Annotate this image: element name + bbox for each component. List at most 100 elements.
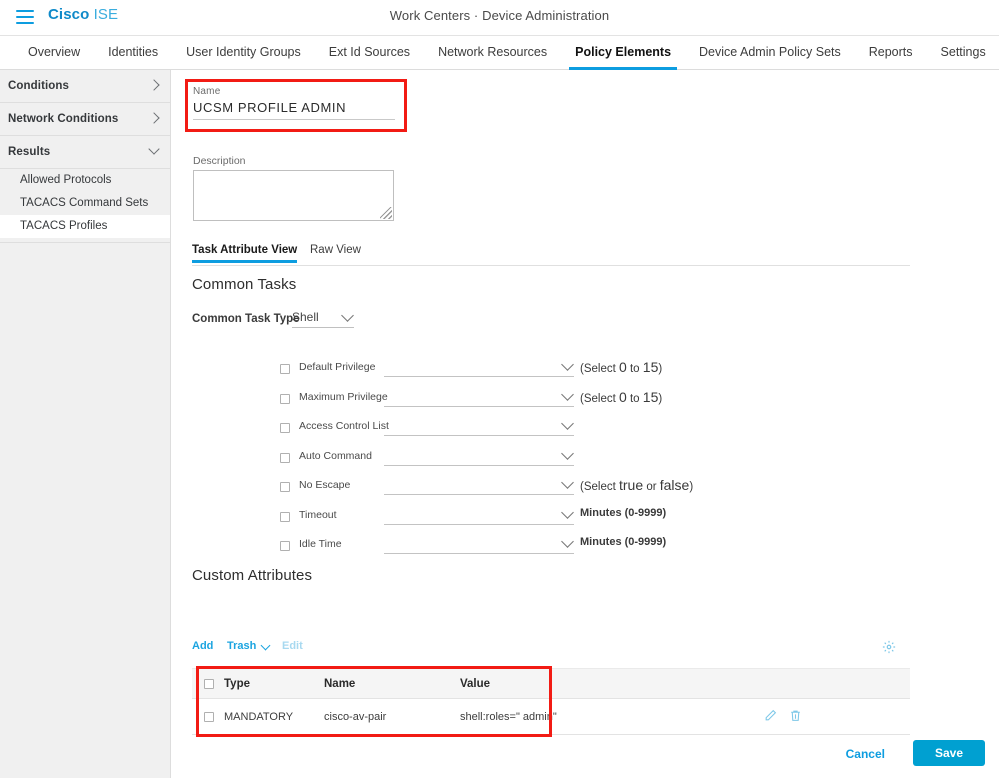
column-header-name: Name	[324, 678, 356, 690]
nav-tab-device-admin-policy-sets[interactable]: Device Admin Policy Sets	[685, 36, 855, 70]
select-maximum-privilege[interactable]	[384, 385, 574, 407]
table-header-row: Type Name Value	[192, 669, 910, 699]
task-row-default-privilege: Default Privilege (Select 0 to 15)	[280, 355, 910, 385]
task-label: Timeout	[299, 508, 337, 521]
checkbox-maximum-privilege[interactable]	[280, 393, 290, 404]
sidebar-group-network-conditions[interactable]: Network Conditions	[0, 103, 170, 136]
tab-task-attribute-view[interactable]: Task Attribute View	[192, 244, 298, 263]
common-task-type-select[interactable]: Shell	[292, 309, 354, 328]
description-label: Description	[193, 155, 246, 167]
chevron-down-icon	[561, 417, 574, 430]
sidebar-group-results[interactable]: Results	[0, 136, 170, 169]
chevron-down-icon	[260, 640, 271, 651]
checkbox-access-control-list[interactable]	[280, 423, 290, 433]
checkbox-auto-command[interactable]	[280, 452, 290, 463]
nav-tab-policy-elements[interactable]: Policy Elements	[561, 36, 685, 70]
name-field-label: Name	[193, 86, 221, 97]
task-label: Idle Time	[299, 538, 342, 550]
task-hint: (Select true or false)	[580, 477, 694, 493]
sidebar-group-conditions[interactable]: Conditions	[0, 70, 170, 103]
trash-button[interactable]: Trash	[227, 640, 271, 652]
cell-value: shell:roles=" admin"	[460, 711, 557, 723]
sidebar-item-tacacs-profiles[interactable]: TACACS Profiles	[0, 215, 170, 238]
edit-button[interactable]: Edit	[282, 640, 303, 652]
nav-tab-overview[interactable]: Overview	[14, 36, 94, 70]
select-timeout[interactable]	[384, 503, 574, 525]
gear-icon[interactable]	[882, 640, 896, 659]
top-bar: Cisco ISE Work Centers · Device Administ…	[0, 0, 999, 36]
nav-tab-user-identity-groups[interactable]: User Identity Groups	[172, 36, 315, 70]
select-default-privilege[interactable]	[384, 355, 574, 377]
chevron-down-icon	[561, 358, 574, 371]
description-field: Description	[193, 155, 394, 221]
common-task-type-label: Common Task Type	[192, 313, 300, 325]
sidebar-item-allowed-protocols[interactable]: Allowed Protocols	[0, 169, 170, 192]
chevron-down-icon	[341, 309, 354, 322]
chevron-down-icon	[561, 387, 574, 401]
custom-attributes-heading: Custom Attributes	[192, 567, 313, 584]
add-button[interactable]: Add	[192, 640, 213, 652]
chevron-right-icon	[148, 112, 160, 124]
sidebar-group-label: Network Conditions	[8, 113, 119, 125]
nav-tab-network-resources[interactable]: Network Resources	[424, 36, 561, 70]
resize-handle-icon[interactable]	[380, 207, 392, 219]
chevron-down-icon	[561, 446, 574, 460]
nav-tab-ext-id-sources[interactable]: Ext Id Sources	[315, 36, 424, 70]
row-actions	[764, 709, 802, 727]
tab-raw-view[interactable]: Raw View	[310, 244, 361, 262]
main-nav-list: Overview Identities User Identity Groups Ex…	[0, 36, 999, 70]
select-access-control-list[interactable]	[384, 414, 574, 436]
checkbox-timeout[interactable]	[280, 511, 290, 522]
name-field[interactable]: Name UCSM PROFILE ADMIN	[193, 86, 395, 120]
description-textarea[interactable]	[193, 170, 394, 221]
work-center-title: Work Centers · Device Administration	[389, 8, 610, 23]
task-hint: (Select 0 to 15)	[580, 388, 663, 405]
task-label: Maximum Privilege	[299, 390, 388, 403]
save-button[interactable]: Save	[913, 740, 985, 766]
sidebar-item-label: Allowed Protocols	[20, 174, 112, 186]
chevron-down-icon	[561, 505, 574, 519]
task-row-access-control-list: Access Control List	[280, 414, 910, 444]
sidebar-group-label: Conditions	[8, 80, 70, 92]
chevron-down-icon	[148, 143, 160, 155]
custom-attributes-table: Type Name Value MANDATORY cisco-av-pair …	[192, 668, 910, 735]
select-idle-time[interactable]	[384, 532, 574, 554]
select-auto-command[interactable]	[384, 444, 574, 466]
custom-attributes-toolbar: Add Trash Edit	[192, 640, 910, 660]
task-label: Access Control List	[299, 420, 389, 432]
nav-tab-identities[interactable]: Identities	[94, 36, 172, 70]
checkbox-no-escape[interactable]	[280, 482, 290, 492]
task-label: No Escape	[299, 479, 351, 491]
sidebar-results-list: Allowed Protocols TACACS Command Sets TA…	[0, 169, 170, 243]
row-checkbox[interactable]	[204, 712, 214, 722]
task-label: Auto Command	[299, 449, 372, 462]
task-hint: Minutes (0-9999)	[580, 506, 667, 519]
chevron-down-icon	[561, 535, 574, 548]
trash-icon[interactable]	[789, 709, 802, 727]
chevron-down-icon	[561, 476, 574, 489]
table-row[interactable]: MANDATORY cisco-av-pair shell:roles=" ad…	[192, 699, 910, 735]
select-all-checkbox[interactable]	[204, 679, 214, 689]
pencil-icon[interactable]	[764, 709, 777, 727]
checkbox-idle-time[interactable]	[280, 541, 290, 551]
column-header-type: Type	[224, 678, 250, 690]
name-input[interactable]: UCSM PROFILE ADMIN	[193, 97, 395, 120]
cancel-button[interactable]: Cancel	[846, 747, 885, 761]
sidebar-group-label: Results	[8, 146, 51, 158]
main-nav: Overview Identities User Identity Groups Ex…	[0, 36, 999, 70]
checkbox-default-privilege[interactable]	[280, 364, 290, 374]
column-header-value: Value	[460, 678, 491, 690]
nav-tab-reports[interactable]: Reports	[855, 36, 927, 70]
task-row-auto-command: Auto Command	[280, 444, 910, 474]
select-no-escape[interactable]	[384, 473, 574, 495]
sidebar-item-label: TACACS Command Sets	[20, 197, 149, 209]
task-hint: Minutes (0-9999)	[580, 536, 667, 548]
task-label: Default Privilege	[299, 361, 376, 373]
form-footer: Cancel Save	[172, 738, 999, 778]
sidebar-item-tacacs-command-sets[interactable]: TACACS Command Sets	[0, 192, 170, 215]
trash-button-label: Trash	[227, 640, 257, 652]
common-tasks-heading: Common Tasks	[192, 276, 297, 293]
cell-type: MANDATORY	[224, 711, 294, 723]
task-row-no-escape: No Escape (Select true or false)	[280, 473, 910, 503]
nav-tab-settings[interactable]: Settings	[927, 36, 999, 70]
